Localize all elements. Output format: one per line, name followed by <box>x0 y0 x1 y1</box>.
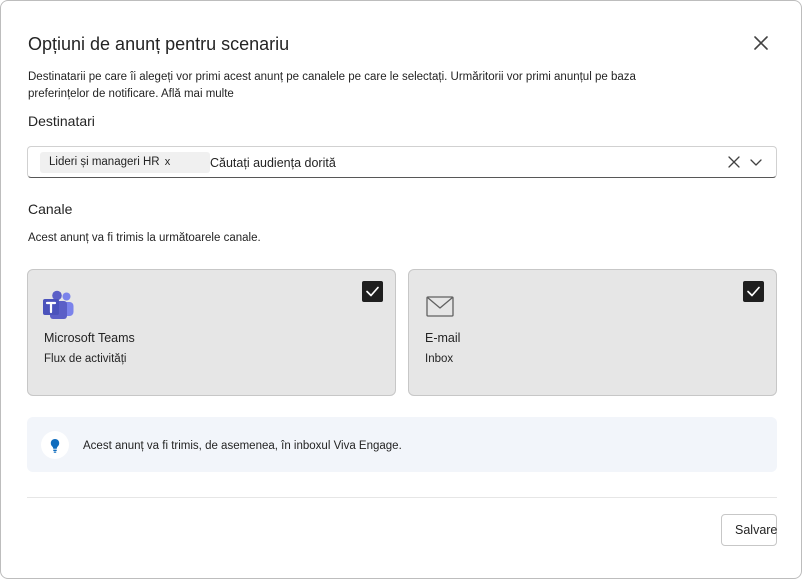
recipient-chip-label: Lideri și manageri HR <box>49 156 160 168</box>
footer-divider <box>27 497 777 498</box>
teams-checkbox[interactable] <box>362 281 383 302</box>
lightbulb-icon <box>41 431 69 459</box>
channels-label: Canale <box>28 201 73 217</box>
info-text: Acest anunț va fi trimis, de asemenea, î… <box>83 440 402 452</box>
recipients-label: Destinatari <box>28 113 95 129</box>
dropdown-button[interactable] <box>748 154 764 170</box>
checkmark-icon <box>747 286 760 297</box>
announcement-options-dialog: Opțiuni de anunț pentru scenariu Destina… <box>0 0 802 579</box>
teams-icon <box>42 290 76 322</box>
channel-card-email-sub: Inbox <box>425 353 454 365</box>
chevron-down-icon <box>750 159 762 166</box>
channel-card-teams-sub: Flux de activități <box>44 353 127 365</box>
channel-card-email-name: E-mail <box>425 331 461 345</box>
info-banner: Acest anunț va fi trimis, de asemenea, î… <box>27 417 777 472</box>
clear-icon <box>728 156 740 168</box>
email-checkbox[interactable] <box>743 281 764 302</box>
channel-card-teams[interactable]: Microsoft Teams Flux de activități <box>27 269 396 396</box>
recipient-chip-remove[interactable]: x <box>165 156 171 168</box>
learn-more-link[interactable]: Află mai multe <box>161 88 234 100</box>
channels-description: Acest anunț va fi trimis la următoarele … <box>28 232 261 244</box>
mail-icon <box>423 290 457 322</box>
clear-button[interactable] <box>726 154 742 170</box>
checkmark-icon <box>366 286 379 297</box>
close-button[interactable] <box>750 32 772 54</box>
save-button[interactable]: Salvare <box>721 514 777 546</box>
channel-card-email[interactable]: E-mail Inbox <box>408 269 777 396</box>
dialog-description: Destinatarii pe care îi alegeți vor prim… <box>28 69 688 102</box>
recipient-chip[interactable]: Lideri și manageri HR x <box>40 152 210 173</box>
channel-card-teams-name: Microsoft Teams <box>44 331 135 345</box>
close-icon <box>754 36 768 50</box>
description-text: Destinatarii pe care îi alegeți vor prim… <box>28 71 636 100</box>
audience-search-input[interactable] <box>210 153 570 173</box>
recipients-combobox[interactable]: Lideri și manageri HR x <box>27 146 777 178</box>
dialog-title: Opțiuni de anunț pentru scenariu <box>28 34 290 54</box>
